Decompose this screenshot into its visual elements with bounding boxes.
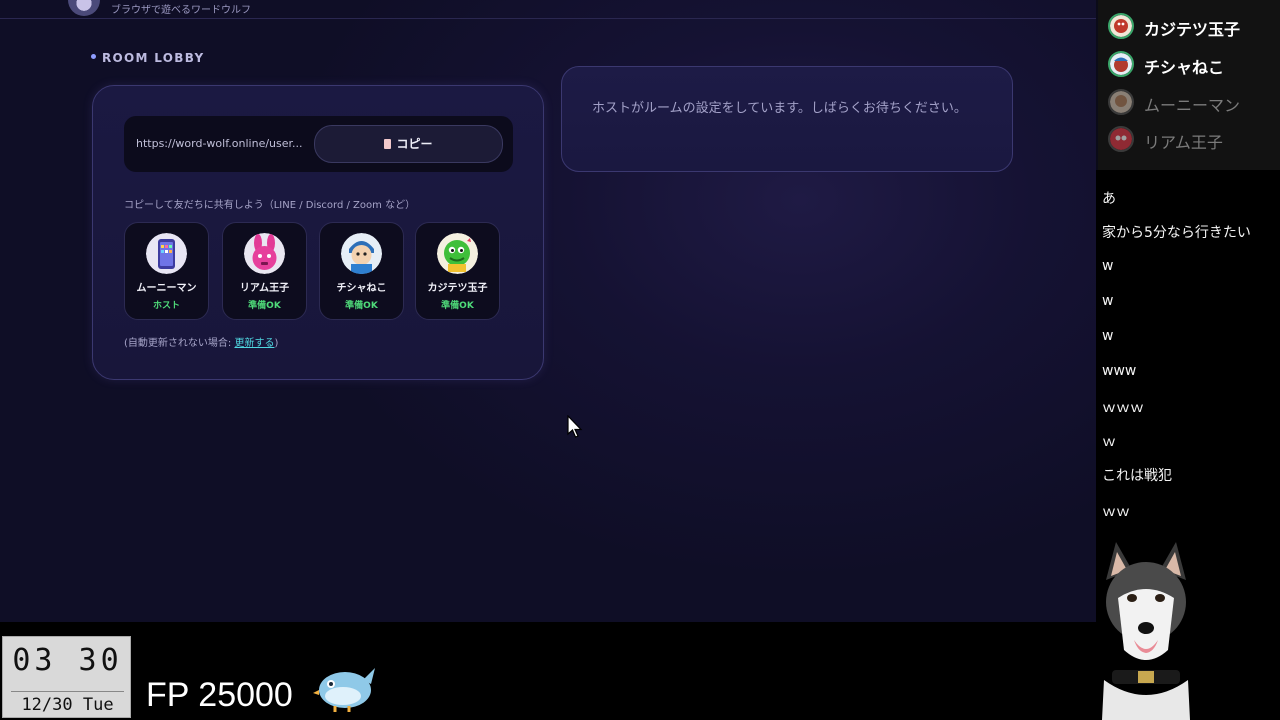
wolf-logo-icon[interactable] [68, 0, 100, 16]
share-hint: コピーして友だちに共有しよう（LINE / Discord / Zoom など） [124, 200, 416, 211]
clock-date: 12/30 Tue [11, 691, 124, 715]
waiting-message: ホストがルームの設定をしています。しばらくお待ちください。 [592, 101, 967, 116]
mouse-cursor-icon [567, 415, 583, 438]
player-name: チシャねこ [336, 283, 387, 294]
clock-widget: 03 30 12/30 Tue [2, 636, 131, 718]
green-dino-avatar-icon [437, 233, 478, 274]
fp-counter: FP 25000 [146, 676, 293, 714]
chat-message: 家から5分なら行きたい [1102, 225, 1251, 241]
husky-avatar-icon [1102, 542, 1190, 720]
refresh-note-suffix: ) [274, 338, 279, 349]
blue-cat-avatar-icon [341, 233, 382, 274]
voice-participants-panel: カジテツ玉子 チシャねこ ムーニーマン リアム王子 [1098, 0, 1280, 170]
chat-message: ｗｗ [1102, 504, 1130, 520]
room-lobby-heading: ROOM LOBBY [91, 51, 205, 65]
participant-name: リアム王子 [1144, 133, 1223, 152]
chat-message: www [1102, 363, 1137, 379]
copy-button[interactable]: コピー [314, 125, 503, 163]
copy-button-label: コピー [396, 137, 433, 151]
chat-message: w [1102, 328, 1114, 344]
participant-name: カジテツ玉子 [1144, 20, 1241, 39]
player-card: カジテツ玉子 準備OK [415, 222, 500, 320]
word-wolf-page: ブラウザで遊べるワードウルフ ROOM LOBBY https://word-w… [0, 0, 1096, 622]
chat-message: w [1102, 293, 1114, 309]
invite-url-box: https://word-wolf.online/user... コピー [124, 116, 513, 172]
refresh-note-prefix: (自動更新されない場合: [124, 338, 235, 349]
clock-time: 03 30 [12, 643, 123, 678]
player-name: カジテツ玉子 [427, 283, 488, 294]
participant-name: ムーニーマン [1144, 96, 1241, 115]
clipboard-icon [384, 139, 392, 149]
waiting-card: ホストがルームの設定をしています。しばらくお待ちください。 [561, 66, 1013, 172]
player-card-host: ムーニーマン ホスト [124, 222, 209, 320]
chat-message: ｗｗｗ [1102, 400, 1144, 416]
chat-message: ｗ [1102, 434, 1116, 450]
lobby-card: https://word-wolf.online/user... コピー コピー… [92, 85, 544, 380]
participant-name: チシャねこ [1144, 58, 1225, 77]
refresh-link[interactable]: 更新する [234, 338, 274, 349]
stream-screen: ブラウザで遊べるワードウルフ ROOM LOBBY https://word-w… [0, 0, 1280, 720]
phone-avatar-icon [146, 233, 187, 274]
pixel-bird-icon [313, 668, 375, 712]
user-avatar-icon [1108, 89, 1134, 115]
player-name: リアム王子 [239, 283, 290, 294]
refresh-note: (自動更新されない場合: 更新する) [124, 334, 278, 349]
chat-message: w [1102, 258, 1114, 274]
heading-dot-icon [91, 54, 96, 59]
chat-message: これは戦犯 [1102, 468, 1172, 484]
player-status-badge: 準備OK [248, 301, 281, 311]
user-avatar-icon [1108, 126, 1134, 152]
player-status-badge: ホスト [152, 301, 180, 311]
invite-url-field[interactable]: https://word-wolf.online/user... [136, 137, 306, 150]
player-card: チシャねこ 準備OK [319, 222, 404, 320]
player-name: ムーニーマン [136, 283, 197, 294]
green-dino-avatar-icon [1108, 13, 1134, 39]
player-status-badge: 準備OK [441, 301, 474, 311]
site-header: ブラウザで遊べるワードウルフ [0, 0, 1096, 19]
blue-cat-avatar-icon [1108, 51, 1134, 77]
pink-rabbit-avatar-icon [244, 233, 285, 274]
room-lobby-label: ROOM LOBBY [102, 51, 205, 65]
chat-message: あ [1102, 191, 1116, 207]
site-tagline: ブラウザで遊べるワードウルフ [111, 5, 251, 16]
player-status-badge: 準備OK [345, 301, 378, 311]
player-card: リアム王子 準備OK [222, 222, 307, 320]
